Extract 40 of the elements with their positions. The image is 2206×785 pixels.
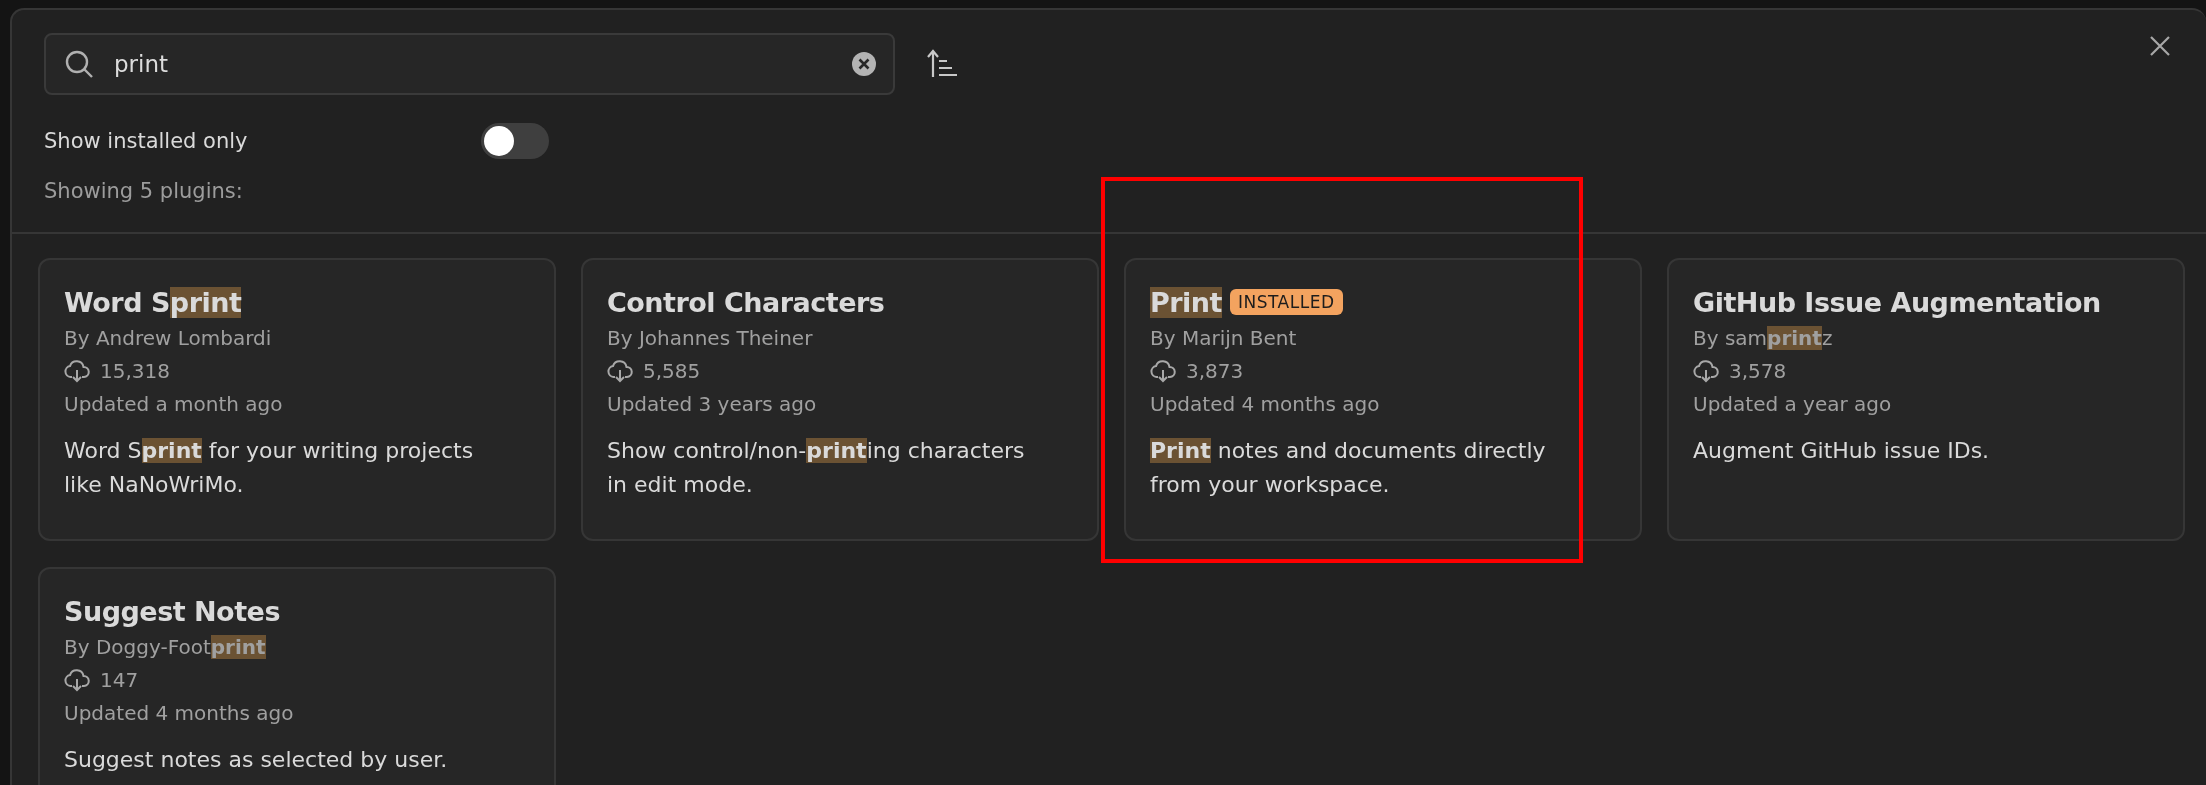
clear-icon[interactable] — [851, 51, 877, 77]
cloud-download-icon — [1150, 359, 1176, 383]
result-count: Showing 5 plugins: — [44, 179, 244, 203]
search-input[interactable]: print — [114, 51, 831, 77]
plugin-card[interactable]: Print INSTALLED By Marijn Bent 3,873 Updated 4 months ago Print notes and documents directly from your workspace. — [1124, 258, 1642, 541]
cloud-download-icon — [64, 359, 90, 383]
download-count: 5,585 — [643, 358, 701, 385]
updated-time: Updated 3 years ago — [607, 391, 818, 418]
search-box[interactable]: print — [44, 33, 895, 95]
updated-time: Updated a year ago — [1693, 391, 1893, 418]
plugin-author: By Johannes Theiner — [607, 325, 814, 352]
close-icon[interactable] — [2148, 34, 2172, 58]
installed-badge: INSTALLED — [1230, 289, 1343, 315]
download-count: 3,873 — [1186, 358, 1244, 385]
plugin-card[interactable]: Word Sprint By Andrew Lombardi 15,318 Updated a month ago Word Sprint for your writing projects like NaNoWriMo. — [38, 258, 556, 541]
cloud-download-icon — [64, 668, 90, 692]
plugin-author: By Marijn Bent — [1150, 325, 1298, 352]
plugin-name: Print — [1150, 286, 1222, 318]
plugin-card[interactable]: Control Characters By Johannes Theiner 5,585 Updated 3 years ago Show control/non-printing characters in edit mode. — [581, 258, 1099, 541]
cloud-download-icon — [1693, 359, 1719, 383]
plugin-name: Control Characters — [607, 286, 885, 318]
download-count: 15,318 — [100, 358, 170, 385]
updated-time: Updated a month ago — [64, 391, 284, 418]
plugin-description: Word Sprint for your writing projects like NaNoWriMo. — [64, 437, 475, 499]
plugin-description: Suggest notes as selected by user. — [64, 746, 449, 774]
updated-time: Updated 4 months ago — [1150, 391, 1381, 418]
download-count: 3,578 — [1729, 358, 1787, 385]
cloud-download-icon — [607, 359, 633, 383]
plugin-description: Show control/non-printing characters in edit mode. — [607, 437, 1026, 499]
search-icon — [64, 49, 94, 79]
plugin-name: Suggest Notes — [64, 595, 280, 627]
updated-time: Updated 4 months ago — [64, 700, 295, 727]
plugin-name: GitHub Issue Augmentation — [1693, 286, 2101, 318]
download-count: 147 — [100, 667, 139, 694]
toggle-switch[interactable] — [481, 123, 549, 159]
toggle-label: Show installed only — [44, 129, 249, 153]
plugin-author: By Andrew Lombardi — [64, 325, 273, 352]
plugin-description: Augment GitHub issue IDs. — [1693, 437, 1991, 465]
plugin-description: Print notes and documents directly from your workspace. — [1150, 437, 1547, 499]
plugin-name: Word Sprint — [64, 286, 242, 318]
